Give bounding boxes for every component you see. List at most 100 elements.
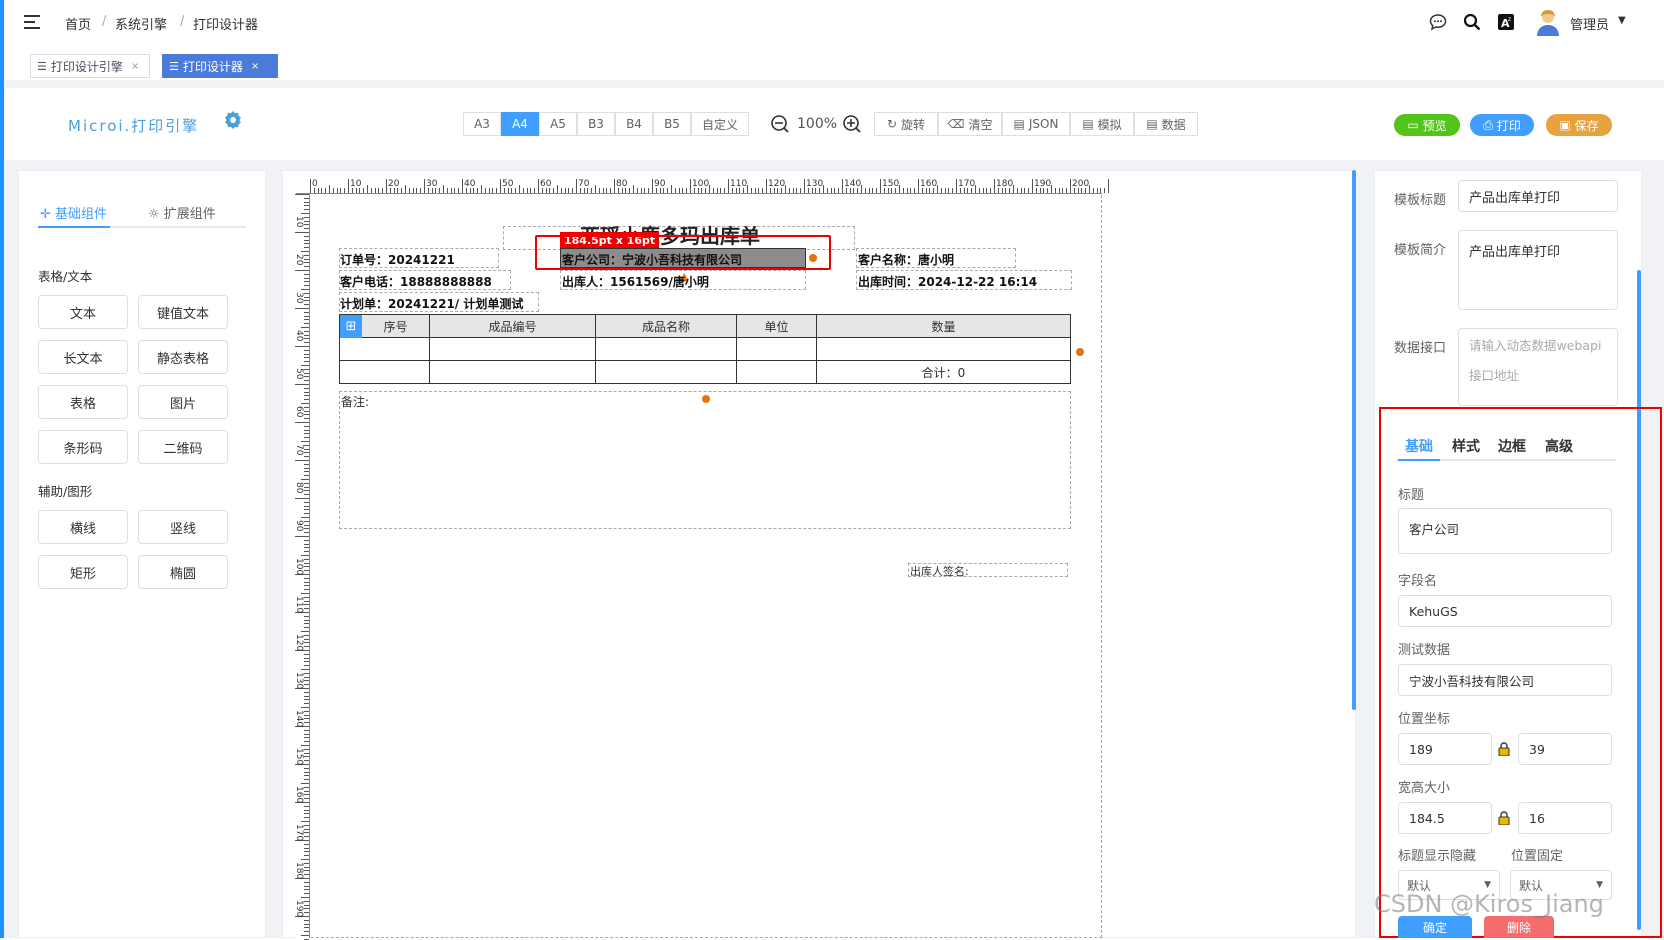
tab-print-design-engine[interactable]: ☰ 打印设计引擎 ×: [30, 54, 150, 78]
ruler-tick: [800, 188, 802, 193]
field-name-input[interactable]: KehuGS: [1398, 595, 1612, 627]
template-desc-textarea[interactable]: 产品出库单打印: [1458, 230, 1618, 310]
tab-extended-components[interactable]: ☼ 扩展组件: [148, 203, 216, 222]
simulate-button[interactable]: ▤ 模拟: [1070, 112, 1134, 136]
height-input[interactable]: 16: [1518, 802, 1612, 834]
ruler-tick: [496, 188, 498, 193]
ruler-label: 150: [882, 179, 900, 189]
ruler-tick: [304, 646, 309, 648]
ruler-tick: [598, 188, 600, 193]
save-label: 保存: [1574, 118, 1599, 133]
ruler-tick: [420, 188, 422, 193]
zoom-out-icon[interactable]: [770, 114, 790, 134]
goods-table[interactable]: ⊞ 序号 成品编号 成品名称 单位 数量 合计：0: [339, 314, 1071, 384]
menu-toggle-icon[interactable]: [24, 14, 42, 30]
tab-basic[interactable]: 基础: [1405, 436, 1433, 456]
data-button[interactable]: ▤ 数据: [1134, 112, 1198, 136]
ruler-tick: [564, 188, 566, 193]
delete-button[interactable]: 删除: [1484, 916, 1554, 938]
ruler-tick: [568, 188, 570, 193]
clear-button[interactable]: ⌫ 清空: [938, 112, 1002, 136]
user-name[interactable]: 管理员: [1570, 14, 1609, 33]
component-table[interactable]: 表格: [38, 385, 128, 419]
canvas-scrollbar[interactable]: [1352, 170, 1356, 710]
component-horizontal-line[interactable]: 横线: [38, 510, 128, 544]
paper-size-custom[interactable]: 自定义: [691, 112, 749, 136]
preview-button[interactable]: ▭ 预览: [1394, 114, 1460, 136]
resize-handle[interactable]: [1076, 348, 1084, 356]
width-input[interactable]: 184.5: [1398, 802, 1492, 834]
translate-icon[interactable]: Az: [1496, 12, 1516, 32]
close-icon[interactable]: ×: [251, 61, 259, 72]
json-button[interactable]: ▤ JSON: [1002, 112, 1070, 136]
paper-size-a5[interactable]: A5: [539, 112, 577, 136]
close-icon[interactable]: ×: [131, 61, 139, 72]
ruler-tick: [481, 185, 482, 193]
chevron-down-icon[interactable]: ▼: [1618, 15, 1626, 26]
ruler-tick: [304, 247, 309, 249]
component-text[interactable]: 文本: [38, 295, 128, 329]
ruler-tick: [304, 197, 309, 199]
tab-advanced[interactable]: 高级: [1545, 436, 1573, 456]
ruler-tick: [301, 631, 309, 632]
ruler-tick: [762, 188, 764, 193]
ruler-tick: [304, 680, 309, 682]
ruler-tick: [595, 185, 596, 193]
data-api-textarea[interactable]: 请输入动态数据webapi接口地址: [1458, 328, 1618, 406]
component-key-value-text[interactable]: 键值文本: [138, 295, 228, 329]
paper-size-b5[interactable]: B5: [653, 112, 691, 136]
position-y-input[interactable]: 39: [1518, 733, 1612, 765]
document-icon: ▤: [1082, 117, 1094, 131]
component-vertical-line[interactable]: 竖线: [138, 510, 228, 544]
message-icon[interactable]: [1428, 12, 1448, 32]
breadcrumb-home[interactable]: 首页: [65, 14, 91, 33]
field-name-label: 字段名: [1398, 574, 1438, 589]
print-button[interactable]: ⎙ 打印: [1470, 114, 1534, 136]
ruler-tick: [304, 475, 309, 477]
tab-style[interactable]: 样式: [1452, 436, 1480, 456]
position-x-input[interactable]: 189: [1398, 733, 1492, 765]
rotate-button[interactable]: ↻ 旋转: [874, 112, 938, 136]
ruler-tick: [304, 604, 309, 606]
component-ellipse[interactable]: 椭圆: [138, 555, 228, 589]
lock-icon[interactable]: [1498, 742, 1510, 760]
save-button[interactable]: ▣ 保存: [1546, 114, 1612, 136]
component-long-text[interactable]: 长文本: [38, 340, 128, 374]
title-input[interactable]: 客户公司: [1398, 508, 1612, 554]
ruler-tick: [629, 188, 631, 193]
grid-icon[interactable]: ⊞: [340, 315, 362, 338]
ruler-tick: [304, 338, 309, 340]
component-rectangle[interactable]: 矩形: [38, 555, 128, 589]
component-qrcode[interactable]: 二维码: [138, 430, 228, 464]
resize-handle[interactable]: [702, 395, 710, 403]
ruler-tick: [716, 188, 718, 193]
ruler-tick: [304, 463, 309, 465]
search-icon[interactable]: [1462, 12, 1482, 32]
avatar[interactable]: [1534, 8, 1562, 36]
ruler-tick: [304, 733, 309, 735]
paper-size-b3[interactable]: B3: [577, 112, 615, 136]
ruler-tick: [304, 596, 309, 598]
header-label: 序号: [383, 319, 408, 334]
paper-size-a4[interactable]: A4: [501, 112, 539, 136]
template-title-input[interactable]: 产品出库单打印: [1458, 180, 1618, 212]
ruler-tick: [304, 665, 309, 667]
confirm-button[interactable]: 确定: [1398, 916, 1472, 938]
tab-border[interactable]: 边框: [1498, 436, 1526, 456]
component-image[interactable]: 图片: [138, 385, 228, 419]
component-static-table[interactable]: 静态表格: [138, 340, 228, 374]
paper-size-b4[interactable]: B4: [615, 112, 653, 136]
tab-print-designer[interactable]: ☰ 打印设计器 ×: [162, 54, 278, 78]
breadcrumb-system-engine[interactable]: 系统引擎: [115, 14, 167, 33]
gear-icon[interactable]: [223, 110, 243, 130]
component-barcode[interactable]: 条形码: [38, 430, 128, 464]
paper-size-a3[interactable]: A3: [463, 112, 501, 136]
data-label: 数据: [1161, 117, 1186, 132]
tab-basic-components[interactable]: ✛ 基础组件: [40, 203, 107, 222]
test-data-input[interactable]: 宁波小吾科技有限公司: [1398, 664, 1612, 696]
lock-icon[interactable]: [1498, 811, 1510, 829]
ruler-tick: [304, 482, 309, 484]
remark-element[interactable]: [339, 391, 1071, 529]
zoom-in-icon[interactable]: [842, 114, 862, 134]
resize-handle[interactable]: [809, 254, 817, 262]
